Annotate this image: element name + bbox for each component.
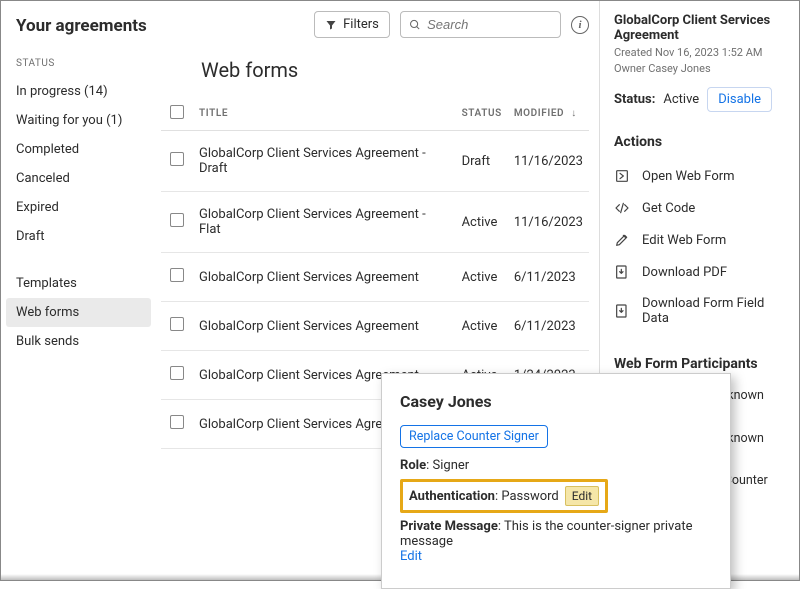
action-label: Download PDF [642, 265, 727, 280]
row-checkbox[interactable] [170, 213, 184, 227]
row-modified: 11/16/2023 [508, 192, 589, 253]
col-modified[interactable]: MODIFIED ↓ [508, 97, 589, 131]
participant-popover: Casey Jones Replace Counter Signer Role:… [381, 373, 731, 589]
table-row[interactable]: GlobalCorp Client Services Agreement - D… [161, 131, 589, 192]
row-status: Active [456, 192, 508, 253]
row-title: GlobalCorp Client Services Agreement - D… [193, 131, 456, 192]
search-input[interactable] [427, 17, 552, 32]
row-title: GlobalCorp Client Services Agreement [193, 253, 456, 302]
col-status[interactable]: STATUS [456, 97, 508, 131]
sidebar-item[interactable]: Canceled [16, 164, 151, 193]
action-item[interactable]: Download Form Field Data [614, 288, 789, 334]
sidebar-item[interactable]: Completed [16, 135, 151, 164]
select-all-checkbox[interactable] [170, 105, 184, 119]
row-checkbox[interactable] [170, 366, 184, 380]
disable-button[interactable]: Disable [707, 87, 772, 112]
action-label: Edit Web Form [642, 233, 726, 248]
role-label: Role [400, 458, 426, 473]
sort-desc-icon: ↓ [571, 108, 577, 119]
sidebar-item[interactable]: Web forms [6, 298, 151, 327]
row-status: Active [456, 253, 508, 302]
action-label: Download Form Field Data [642, 296, 789, 326]
row-checkbox[interactable] [170, 415, 184, 429]
role-value: Signer [433, 458, 470, 473]
info-icon[interactable]: i [571, 16, 589, 34]
detail-title: GlobalCorp Client Services Agreement [614, 13, 789, 43]
col-title[interactable]: TITLE [193, 97, 456, 131]
row-title: GlobalCorp Client Services Agreement - F… [193, 192, 456, 253]
detail-owner: Owner Casey Jones [614, 62, 789, 75]
sidebar-item[interactable]: In progress (14) [16, 77, 151, 106]
filters-button[interactable]: Filters [314, 11, 390, 38]
row-checkbox[interactable] [170, 152, 184, 166]
row-checkbox[interactable] [170, 268, 184, 282]
action-item[interactable]: Get Code [614, 192, 789, 224]
sidebar: Your agreements STATUS In progress (14)W… [1, 1, 151, 580]
auth-label: Authentication [409, 489, 495, 504]
search-icon [409, 18, 421, 32]
status-label: Status: [614, 92, 655, 107]
pm-label: Private Message [400, 519, 498, 534]
main-content: Filters i Web forms TITLE STATUS MODIFIE… [151, 1, 599, 580]
row-status: Active [456, 302, 508, 351]
row-title: GlobalCorp Client Services Agreement [193, 302, 456, 351]
table-row[interactable]: GlobalCorp Client Services AgreementActi… [161, 302, 589, 351]
pm-edit-link[interactable]: Edit [400, 549, 422, 564]
row-modified: 6/11/2023 [508, 302, 589, 351]
sidebar-item[interactable]: Templates [16, 269, 151, 298]
status-heading: STATUS [16, 58, 151, 69]
row-modified: 6/11/2023 [508, 253, 589, 302]
auth-highlight: Authentication: Password Edit [400, 479, 608, 513]
action-item[interactable]: Open Web Form [614, 160, 789, 192]
sidebar-item[interactable]: Expired [16, 193, 151, 222]
action-label: Open Web Form [642, 169, 735, 184]
row-modified: 11/16/2023 [508, 131, 589, 192]
auth-edit-button[interactable]: Edit [565, 486, 599, 506]
replace-counter-signer-button[interactable]: Replace Counter Signer [400, 425, 548, 448]
detail-created: Created Nov 16, 2023 1:52 AM [614, 46, 789, 59]
sidebar-item[interactable]: Waiting for you (1) [16, 106, 151, 135]
action-item[interactable]: Edit Web Form [614, 224, 789, 256]
actions-heading: Actions [614, 134, 789, 150]
section-title: Web forms [201, 58, 589, 82]
popover-name: Casey Jones [400, 392, 712, 411]
action-label: Get Code [642, 201, 695, 216]
sidebar-item[interactable]: Bulk sends [16, 327, 151, 356]
action-item[interactable]: Download PDF [614, 256, 789, 288]
participants-heading: Web Form Participants [614, 356, 789, 372]
auth-value: Password [501, 489, 558, 504]
table-row[interactable]: GlobalCorp Client Services Agreement - F… [161, 192, 589, 253]
table-row[interactable]: GlobalCorp Client Services AgreementActi… [161, 253, 589, 302]
filter-icon [325, 19, 337, 31]
search-field[interactable] [400, 11, 561, 38]
row-status: Draft [456, 131, 508, 192]
sidebar-item[interactable]: Draft [16, 222, 151, 251]
row-checkbox[interactable] [170, 317, 184, 331]
filters-label: Filters [343, 17, 379, 32]
page-title: Your agreements [16, 16, 151, 36]
status-value: Active [663, 92, 699, 107]
